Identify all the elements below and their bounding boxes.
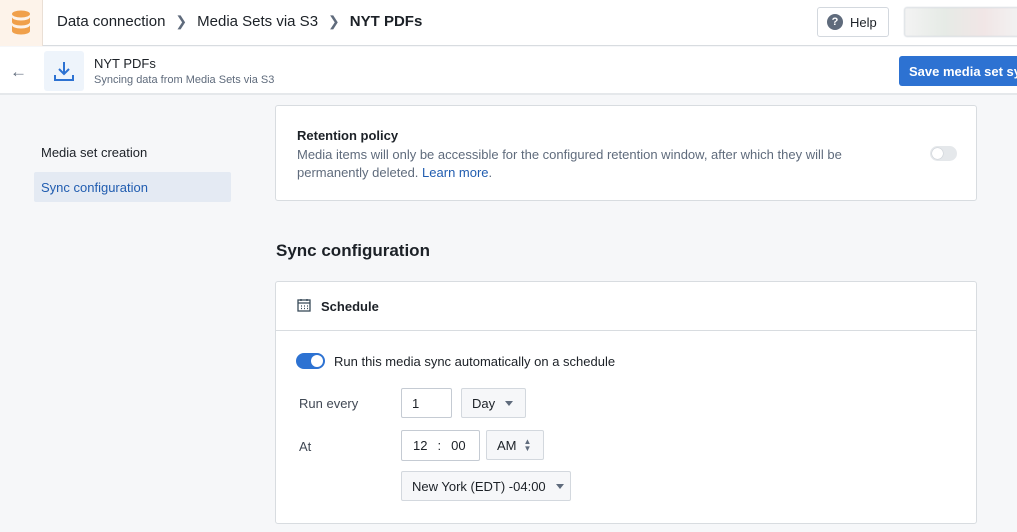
schedule-toggle-label: Run this media sync automatically on a s… (334, 354, 616, 369)
help-button[interactable]: ? Help (817, 7, 889, 37)
retention-title: Retention policy (297, 128, 399, 143)
double-caret-icon: ▲ ▼ (523, 437, 532, 453)
help-label: Help (850, 14, 877, 30)
help-icon: ? (827, 14, 843, 30)
unit-select[interactable]: Day (461, 388, 526, 418)
save-media-set-sync-button[interactable]: Save media set sync (899, 56, 1017, 86)
run-every-label: Run every (299, 396, 359, 411)
back-arrow-icon[interactable]: ← (10, 62, 27, 82)
ampm-value: AM (497, 437, 517, 453)
sub-header: ← NYT PDFs Syncing data from Media Sets … (0, 47, 1017, 95)
timezone-value: New York (EDT) -04:00 (412, 478, 546, 494)
breadcrumb-current: NYT PDFs (349, 13, 423, 30)
at-label: At (299, 439, 312, 454)
sync-title: NYT PDFs (94, 56, 156, 71)
time-colon: : (437, 438, 442, 453)
unit-value: Day (472, 395, 496, 411)
caret-down-icon (505, 400, 514, 406)
download-icon (44, 51, 84, 91)
chevron-right-icon: ❯ (328, 13, 340, 29)
hour-input[interactable]: 12 (413, 438, 427, 453)
breadcrumb: Data connection ❯ Media Sets via S3 ❯ NY… (57, 13, 422, 30)
sidebar-nav: Media set creation Sync configuration (34, 137, 231, 202)
schedule-title: Schedule (321, 298, 379, 314)
database-logo-icon[interactable] (0, 0, 43, 46)
retention-description: Media items will only be accessible for … (297, 147, 842, 180)
run-every-input[interactable]: 1 (401, 388, 452, 418)
calendar-icon (297, 298, 311, 315)
breadcrumb-media-sets[interactable]: Media Sets via S3 (197, 13, 318, 30)
user-menu-button[interactable] (904, 7, 1017, 37)
sync-description: Syncing data from Media Sets via S3 (94, 74, 275, 86)
chevron-right-icon: ❯ (175, 13, 188, 29)
caret-down-icon (555, 483, 564, 489)
top-bar: Data connection ❯ Media Sets via S3 ❯ NY… (0, 0, 1017, 46)
schedule-card: Schedule Run this media sync automatical… (275, 281, 977, 524)
ampm-select[interactable]: AM ▲ ▼ (486, 430, 544, 460)
minute-input[interactable]: 00 (451, 438, 465, 453)
section-heading: Sync configuration (276, 241, 430, 260)
sidebar-item-sync-configuration[interactable]: Sync configuration (34, 172, 231, 202)
timezone-select[interactable]: New York (EDT) -04:00 (401, 471, 571, 501)
schedule-toggle[interactable] (296, 353, 325, 369)
sidebar-item-media-set-creation[interactable]: Media set creation (34, 137, 231, 167)
learn-more-link[interactable]: Learn more (422, 165, 488, 180)
time-input[interactable]: 12 : 00 (401, 430, 480, 461)
breadcrumb-data-connection[interactable]: Data connection (57, 13, 165, 30)
retention-toggle[interactable] (930, 146, 957, 161)
retention-policy-card: Retention policy Media items will only b… (275, 105, 977, 201)
